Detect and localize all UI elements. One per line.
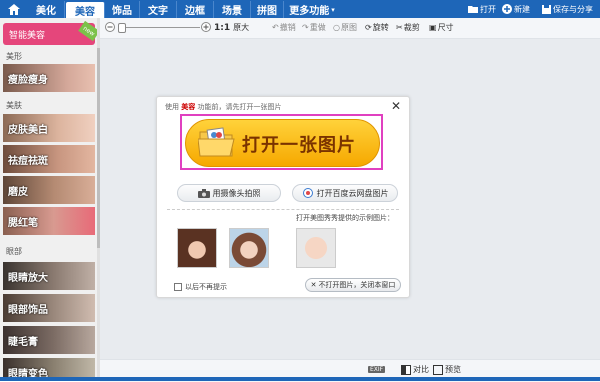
folder-icon — [468, 6, 478, 13]
open-image-label: 打开一张图片 — [242, 135, 356, 156]
sidebar-item-mascara[interactable]: 睫毛膏 — [3, 326, 95, 354]
original-size-label: 原大 — [233, 23, 250, 32]
dont-show-again-checkbox[interactable]: 以后不再提示 — [174, 282, 227, 292]
tab-more-label: 更多功能 — [289, 6, 330, 17]
crop-icon: ✂ — [396, 23, 403, 32]
home-icon — [8, 3, 20, 15]
sidebar-item-smooth[interactable]: 磨皮 — [3, 176, 95, 204]
tab-scene[interactable]: 场景 — [214, 1, 251, 18]
section-eye-title: 眼部 — [6, 247, 22, 256]
open-label: 打开 — [480, 4, 496, 14]
close-without-open-label: 不打开图片，关闭本窗口 — [318, 281, 396, 289]
save-share-label: 保存与分享 — [553, 4, 593, 14]
zoom-in-icon[interactable] — [201, 22, 211, 32]
camera-icon — [197, 188, 210, 198]
top-nav-bar: 美化 美容 饰品 文字 边框 场景 拼图 更多功能 ▾ 打开 新建 保存与分享 — [0, 0, 600, 18]
open-image-highlight: 打开一张图片 — [180, 114, 383, 170]
section-shape-title: 美形 — [6, 52, 22, 61]
resize-label: 尺寸 — [437, 23, 454, 32]
compare-label: 对比 — [413, 365, 429, 374]
undo-label: 撤销 — [279, 23, 296, 32]
actual-size-button[interactable]: 1:1 原大 — [214, 22, 249, 33]
camera-button[interactable]: 用摄像头拍照 — [177, 184, 281, 202]
crop-label: 裁剪 — [403, 23, 420, 32]
new-label: 新建 — [514, 4, 530, 14]
sidebar-item-eye-enlarge[interactable]: 眼睛放大 — [3, 262, 95, 290]
compare-button[interactable]: 对比 — [401, 364, 429, 375]
open-image-dialog: 使用 美容 功能前，请先打开一张图片 ✕ 打开一张图片 用摄像头拍照 打开百度云… — [156, 96, 410, 298]
home-button[interactable] — [0, 0, 28, 18]
folder-photo-icon — [198, 127, 235, 157]
baidu-cloud-button[interactable]: 打开百度云网盘图片 — [292, 184, 398, 202]
dialog-header-feature: 美容 — [181, 103, 196, 111]
rotate-icon: ⟳ — [365, 23, 372, 32]
sample-image-2[interactable] — [229, 228, 269, 268]
close-icon[interactable]: ✕ — [391, 99, 401, 113]
sample-images-label: 打开美图秀秀提供的示例图片： — [296, 214, 394, 222]
redo-button[interactable]: ↷ 重做 — [302, 22, 326, 33]
rotate-label: 旋转 — [372, 23, 389, 32]
zoom-out-icon[interactable] — [105, 22, 115, 32]
compare-icon — [401, 364, 411, 375]
new-button[interactable]: 新建 — [502, 0, 530, 18]
original-image-button[interactable]: ○ 原图 — [333, 22, 357, 33]
tab-cosmetic[interactable]: 美容 — [66, 2, 105, 18]
dialog-header-suffix: 功能前，请先打开一张图片 — [197, 103, 282, 111]
exif-badge[interactable]: EXIF — [368, 366, 386, 373]
resize-button[interactable]: ▣ 尺寸 — [429, 22, 454, 33]
chevron-down-icon: ▾ — [331, 5, 335, 14]
undo-button[interactable]: ↶ 撤销 — [272, 22, 296, 33]
rotate-button[interactable]: ⟳ 旋转 — [365, 22, 389, 33]
close-x-icon: ✕ — [310, 281, 317, 289]
save-share-button[interactable]: 保存与分享 — [542, 0, 593, 18]
redo-label: 重做 — [309, 23, 326, 32]
tab-text[interactable]: 文字 — [140, 1, 177, 18]
tab-frame[interactable]: 边框 — [177, 1, 214, 18]
dialog-divider — [167, 209, 399, 210]
save-icon — [542, 4, 551, 14]
bottom-border — [0, 377, 600, 381]
tab-accessories[interactable]: 饰品 — [105, 1, 140, 18]
cloud-label: 打开百度云网盘图片 — [316, 188, 389, 198]
edit-toolbar: 1:1 原大 ↶ 撤销 ↷ 重做 ○ 原图 ⟳ 旋转 ✂ 裁剪 ▣ 尺寸 — [100, 18, 600, 39]
sample-image-3[interactable] — [296, 228, 336, 268]
undo-icon: ↶ — [272, 23, 279, 32]
camera-label: 用摄像头拍照 — [212, 188, 261, 198]
zoom-slider-track[interactable] — [118, 27, 200, 28]
original-image-label: 原图 — [340, 23, 357, 32]
dialog-header: 使用 美容 功能前，请先打开一张图片 — [165, 102, 281, 112]
ratio-label: 1:1 — [214, 22, 231, 33]
preview-label: 预览 — [445, 365, 461, 374]
sample-image-1[interactable] — [177, 228, 217, 268]
sidebar-item-whiten[interactable]: 皮肤美白 — [3, 114, 95, 142]
original-image-icon: ○ — [333, 23, 340, 32]
tab-collage[interactable]: 拼图 — [251, 1, 284, 18]
close-without-open-button[interactable]: ✕ 不打开图片，关闭本窗口 — [305, 278, 401, 292]
cloud-icon — [302, 188, 313, 198]
tab-beautify[interactable]: 美化 — [28, 1, 65, 18]
left-sidebar: 智能美容 new 美形 瘦脸瘦身 美肤 皮肤美白 祛痘祛斑 磨皮 腮红笔 眼部 … — [0, 18, 101, 381]
tab-more-features[interactable]: 更多功能 ▾ — [285, 1, 339, 18]
smart-beauty-button[interactable]: 智能美容 new — [3, 20, 100, 45]
sidebar-item-slim[interactable]: 瘦脸瘦身 — [3, 64, 95, 92]
smart-beauty-label: 智能美容 — [9, 30, 46, 41]
open-image-button[interactable]: 打开一张图片 — [185, 119, 380, 167]
redo-icon: ↷ — [302, 23, 309, 32]
crop-button[interactable]: ✂ 裁剪 — [396, 22, 420, 33]
dont-show-again-label: 以后不再提示 — [185, 283, 227, 291]
zoom-slider-handle[interactable] — [118, 23, 126, 33]
resize-icon: ▣ — [429, 23, 437, 32]
preview-icon — [433, 364, 443, 375]
section-skin-title: 美肤 — [6, 101, 22, 110]
sidebar-item-acne[interactable]: 祛痘祛斑 — [3, 145, 95, 173]
plus-circle-icon — [502, 4, 512, 14]
preview-button[interactable]: 预览 — [433, 364, 461, 375]
open-button[interactable]: 打开 — [468, 0, 496, 18]
dialog-header-prefix: 使用 — [165, 103, 179, 111]
checkbox-box[interactable] — [174, 283, 182, 291]
sidebar-item-blush[interactable]: 腮红笔 — [3, 207, 95, 235]
sidebar-item-eye-decoration[interactable]: 眼部饰品 — [3, 294, 95, 322]
